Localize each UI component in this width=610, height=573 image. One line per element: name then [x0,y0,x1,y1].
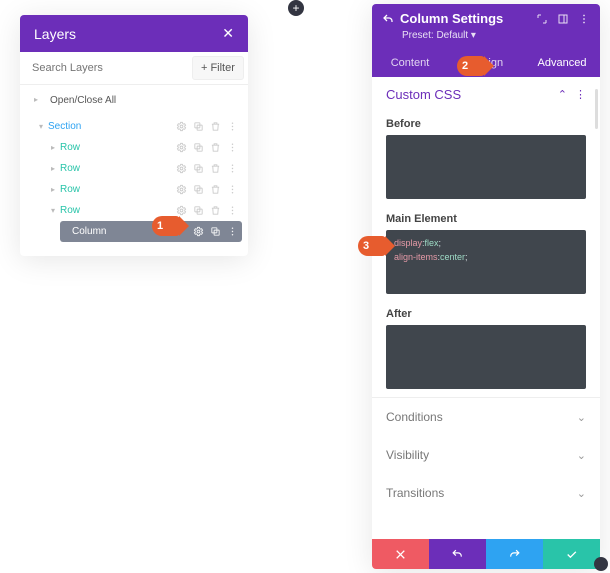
gear-icon[interactable] [176,121,187,132]
layer-section[interactable]: ▾ Section [36,116,242,137]
custom-css-main-input[interactable]: display:flex; align-items:center; [386,230,586,294]
chevron-down-icon: ⌄ [577,449,586,462]
chevron-down-icon: ▾ [468,30,476,41]
callout-3: 3 [358,236,386,256]
more-icon[interactable] [227,205,238,216]
gear-icon[interactable] [176,184,187,195]
redo-button[interactable] [486,539,543,569]
more-icon[interactable] [227,142,238,153]
custom-css-after-label: After [386,308,586,320]
action-bar [372,539,600,569]
custom-css-main-label: Main Element [386,213,586,225]
chevron-up-icon[interactable]: ⌃ [558,88,567,101]
trash-icon[interactable] [210,163,221,174]
layer-row[interactable]: ▸ Row [48,179,242,200]
chevron-down-icon: ▾ [36,122,46,131]
discard-button[interactable] [372,539,429,569]
tab-content[interactable]: Content [372,49,448,77]
gear-icon[interactable] [176,142,187,153]
open-close-all[interactable]: ▸ Open/Close All [20,85,248,116]
layers-filter-bar: + Filter [20,52,248,85]
more-icon[interactable] [578,13,590,25]
expand-icon[interactable] [536,13,548,25]
layer-row[interactable]: ▸ Row [48,158,242,179]
settings-panel: Column Settings Preset: Default ▾ Conten… [372,4,600,569]
callout-1: 1 [152,216,180,236]
accordion-visibility[interactable]: Visibility ⌄ [372,436,600,474]
filter-label: Filter [210,62,234,74]
gear-icon[interactable] [193,226,204,237]
preset-selector[interactable]: Preset: Default ▾ [372,28,600,49]
chevron-right-icon: ▸ [48,185,58,194]
custom-css-after-input[interactable] [386,325,586,389]
add-module-button[interactable]: + [288,0,304,16]
gear-icon[interactable] [176,163,187,174]
duplicate-icon[interactable] [193,142,204,153]
trash-icon[interactable] [210,121,221,132]
more-icon[interactable] [227,226,238,237]
duplicate-icon[interactable] [210,226,221,237]
layers-header: Layers ✕ [20,15,248,52]
chevron-down-icon: ▾ [48,206,58,215]
duplicate-icon[interactable] [193,205,204,216]
close-icon[interactable]: ✕ [222,25,234,42]
scrollbar[interactable] [595,89,598,129]
save-button[interactable] [543,539,600,569]
plus-icon: + [201,62,207,74]
chevron-right-icon: ▸ [48,164,58,173]
settings-title: Column Settings [400,11,527,26]
callout-2: 2 [457,56,485,76]
gear-icon[interactable] [176,205,187,216]
layers-panel: Layers ✕ + Filter ▸ Open/Close All ▾ Sec… [20,15,248,256]
trash-icon[interactable] [210,205,221,216]
custom-css-heading[interactable]: Custom CSS ⌃ ⋮ [372,77,600,112]
corner-handle[interactable] [594,557,608,571]
layer-row[interactable]: ▾ Row [48,200,242,221]
chevron-right-icon: ▸ [48,143,58,152]
trash-icon[interactable] [210,184,221,195]
duplicate-icon[interactable] [193,163,204,174]
layer-row[interactable]: ▸ Row [48,137,242,158]
back-icon[interactable] [382,13,394,25]
tab-advanced[interactable]: Advanced [524,49,600,77]
chevron-down-icon: ⌄ [577,411,586,424]
more-icon[interactable] [227,184,238,195]
duplicate-icon[interactable] [193,184,204,195]
layer-column-selected[interactable]: Column [60,221,242,242]
accordion-transitions[interactable]: Transitions ⌄ [372,474,600,512]
custom-css-before-label: Before [386,118,586,130]
chevron-right-icon: ▸ [34,95,38,104]
trash-icon[interactable] [210,142,221,153]
layers-tree: ▾ Section ▸ Row ▸ Row [20,116,248,256]
filter-button[interactable]: + Filter [192,56,244,80]
more-icon[interactable] [227,121,238,132]
search-input[interactable] [20,53,186,83]
undo-button[interactable] [429,539,486,569]
accordion-conditions[interactable]: Conditions ⌄ [372,398,600,436]
settings-body: Custom CSS ⌃ ⋮ Before Main Element displ… [372,77,600,539]
duplicate-icon[interactable] [193,121,204,132]
custom-css-before-input[interactable] [386,135,586,199]
chevron-down-icon: ⌄ [577,487,586,500]
more-icon[interactable] [227,163,238,174]
layers-title: Layers [34,26,76,42]
more-icon[interactable]: ⋮ [575,88,586,101]
snap-icon[interactable] [557,13,569,25]
